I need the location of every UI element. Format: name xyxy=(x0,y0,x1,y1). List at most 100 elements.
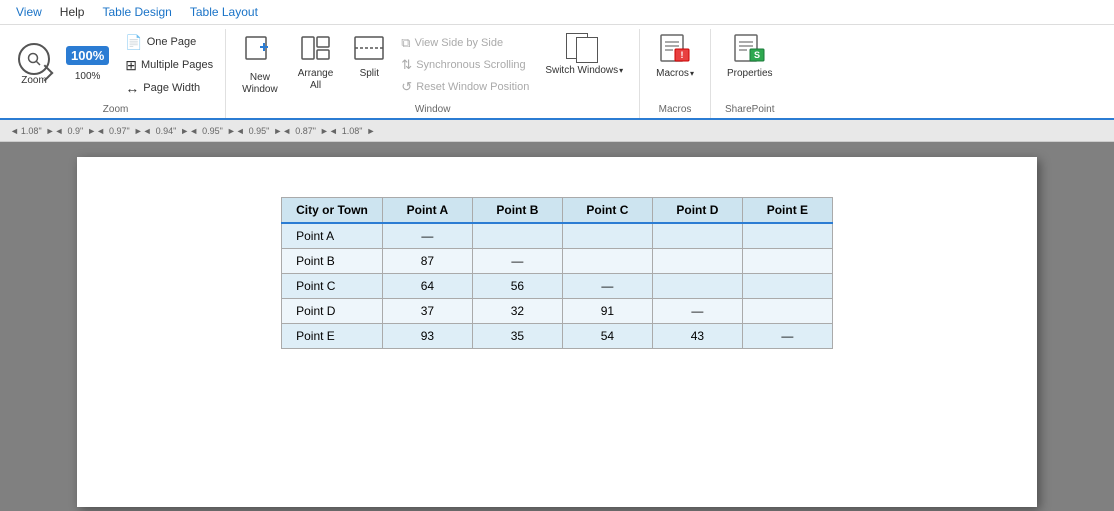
data-table: City or TownPoint APoint BPoint CPoint D… xyxy=(281,197,833,349)
page-width-label: Page Width xyxy=(143,82,200,94)
sync-scroll-button: ⇅ Synchronous Scrolling xyxy=(397,55,533,75)
ruler-sep6: ►◄ xyxy=(273,126,291,136)
window-group-label: Window xyxy=(415,104,451,118)
table-row: Point A— xyxy=(282,223,833,249)
switch-chevron-icon: ▾ xyxy=(619,66,623,75)
table-row: Point C6456— xyxy=(282,274,833,299)
split-label: Split xyxy=(360,68,379,80)
ribbon-group-macros: ! Macros ▾ Macros xyxy=(640,29,711,118)
multiple-pages-button[interactable]: ⊞ Multiple Pages xyxy=(121,55,217,76)
macros-chevron-icon: ▾ xyxy=(690,69,694,78)
sync-scroll-icon: ⇅ xyxy=(401,57,412,73)
macros-label: Macros ▾ xyxy=(656,68,694,79)
table-cell-2-3: — xyxy=(562,274,652,299)
view-side-by-side-button: ⧉ View Side by Side xyxy=(397,33,533,53)
table-cell-2-2: 56 xyxy=(472,274,562,299)
table-cell-1-3 xyxy=(562,249,652,274)
new-window-button[interactable]: NewWindow xyxy=(234,29,286,100)
table-header-2: Point B xyxy=(472,198,562,224)
macros-group-label: Macros xyxy=(659,104,692,118)
table-header-4: Point D xyxy=(652,198,742,224)
table-cell-4-1: 93 xyxy=(382,324,472,349)
ruler-m6: 0.95" xyxy=(249,126,270,136)
zoom-icon xyxy=(18,43,50,75)
switch-windows-label: Switch Windows ▾ xyxy=(545,65,623,76)
ruler-sep3: ►◄ xyxy=(134,126,152,136)
ruler-arrow-left: ◄ xyxy=(10,126,19,136)
window-disabled-buttons: ⧉ View Side by Side ⇅ Synchronous Scroll… xyxy=(397,33,533,97)
properties-button[interactable]: S Properties xyxy=(719,29,781,84)
properties-label: Properties xyxy=(727,68,773,80)
page-width-icon: ↔ xyxy=(125,80,139,96)
view-side-icon: ⧉ xyxy=(401,35,410,51)
ruler-m1: 1.08" xyxy=(21,126,42,136)
switch-windows-button[interactable]: Switch Windows ▾ xyxy=(537,29,631,80)
ruler-m3: 0.97" xyxy=(109,126,130,136)
new-window-label: NewWindow xyxy=(242,72,278,96)
ribbon-group-zoom: Zoom 100% 100% 📄 One Page ⊞ Multiple Pag… xyxy=(6,29,226,118)
ruler-sep7: ►◄ xyxy=(320,126,338,136)
table-header-3: Point C xyxy=(562,198,652,224)
ruler-content: ◄ 1.08" ►◄ 0.9" ►◄ 0.97" ►◄ 0.94" ►◄ 0.9… xyxy=(10,126,1104,136)
arrange-all-label: ArrangeAll xyxy=(298,68,334,92)
table-cell-0-1: — xyxy=(382,223,472,249)
document-page: City or TownPoint APoint BPoint CPoint D… xyxy=(77,157,1037,507)
table-cell-1-4 xyxy=(652,249,742,274)
reset-window-label: Reset Window Position xyxy=(416,81,529,93)
menu-bar: View Help Table Design Table Layout xyxy=(0,0,1114,25)
table-row: Point B87— xyxy=(282,249,833,274)
table-cell-3-1: 37 xyxy=(382,299,472,324)
arrange-icon xyxy=(300,33,332,66)
ruler-m4: 0.94" xyxy=(156,126,177,136)
menu-table-design[interactable]: Table Design xyxy=(94,2,179,22)
macros-button[interactable]: ! Macros ▾ xyxy=(648,29,702,83)
table-header-1: Point A xyxy=(382,198,472,224)
ruler-arrow-right: ► xyxy=(366,126,375,136)
ruler-m5: 0.95" xyxy=(202,126,223,136)
table-cell-3-5 xyxy=(742,299,832,324)
zoom-group-label: Zoom xyxy=(103,104,129,118)
switch-windows-icon xyxy=(566,33,602,63)
new-window-icon xyxy=(244,33,276,70)
one-page-button[interactable]: 📄 One Page xyxy=(121,32,217,53)
table-cell-4-0: Point E xyxy=(282,324,383,349)
reset-window-icon: ↺ xyxy=(401,79,412,95)
ruler-sep4: ►◄ xyxy=(180,126,198,136)
one-page-icon: 📄 xyxy=(125,34,142,51)
table-header-0: City or Town xyxy=(282,198,383,224)
ribbon-group-sharepoint: S Properties SharePoint xyxy=(711,29,789,118)
svg-text:!: ! xyxy=(681,50,684,60)
ruler-m2: 0.9" xyxy=(67,126,83,136)
split-icon xyxy=(353,33,385,66)
menu-view[interactable]: View xyxy=(8,2,50,22)
properties-icon: S xyxy=(732,33,768,66)
ruler-m7: 0.87" xyxy=(295,126,316,136)
arrange-all-button[interactable]: ArrangeAll xyxy=(290,29,342,96)
table-cell-1-1: 87 xyxy=(382,249,472,274)
table-row: Point E93355443— xyxy=(282,324,833,349)
page-width-button[interactable]: ↔ Page Width xyxy=(121,78,217,98)
table-cell-0-5 xyxy=(742,223,832,249)
macros-icon: ! xyxy=(658,33,692,66)
zoom-100-label: 100% xyxy=(75,71,101,83)
zoom-small-buttons: 📄 One Page ⊞ Multiple Pages ↔ Page Width xyxy=(121,32,217,98)
table-cell-2-4 xyxy=(652,274,742,299)
menu-help[interactable]: Help xyxy=(52,2,93,22)
reset-window-button: ↺ Reset Window Position xyxy=(397,77,533,97)
ruler: ◄ 1.08" ►◄ 0.9" ►◄ 0.97" ►◄ 0.94" ►◄ 0.9… xyxy=(0,120,1114,142)
split-button[interactable]: Split xyxy=(345,29,393,84)
table-cell-0-2 xyxy=(472,223,562,249)
table-cell-0-4 xyxy=(652,223,742,249)
table-row: Point D373291— xyxy=(282,299,833,324)
multiple-pages-label: Multiple Pages xyxy=(141,59,213,71)
ruler-sep1: ►◄ xyxy=(46,126,64,136)
one-page-label: One Page xyxy=(147,36,197,48)
svg-text:S: S xyxy=(754,50,760,60)
ruler-sep5: ►◄ xyxy=(227,126,245,136)
zoom-100-button[interactable]: 100% 100% xyxy=(60,42,115,87)
zoom-100-icon: 100% xyxy=(66,46,109,65)
main-container: View Help Table Design Table Layout Zoom xyxy=(0,0,1114,511)
menu-table-layout[interactable]: Table Layout xyxy=(182,2,266,22)
table-cell-3-3: 91 xyxy=(562,299,652,324)
zoom-button[interactable]: Zoom xyxy=(14,39,54,91)
